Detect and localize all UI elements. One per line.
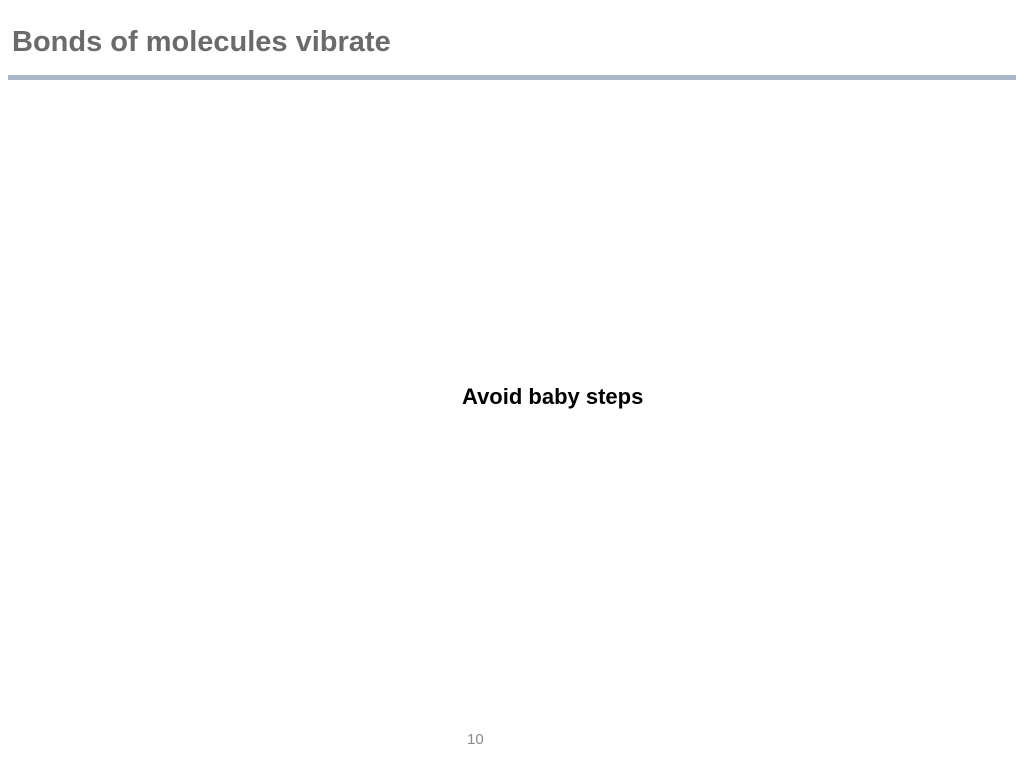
title-divider — [8, 75, 1016, 80]
slide-title: Bonds of molecules vibrate — [12, 26, 391, 58]
slide-body-text: Avoid baby steps — [462, 384, 644, 409]
slide-number: 10 — [467, 731, 484, 748]
